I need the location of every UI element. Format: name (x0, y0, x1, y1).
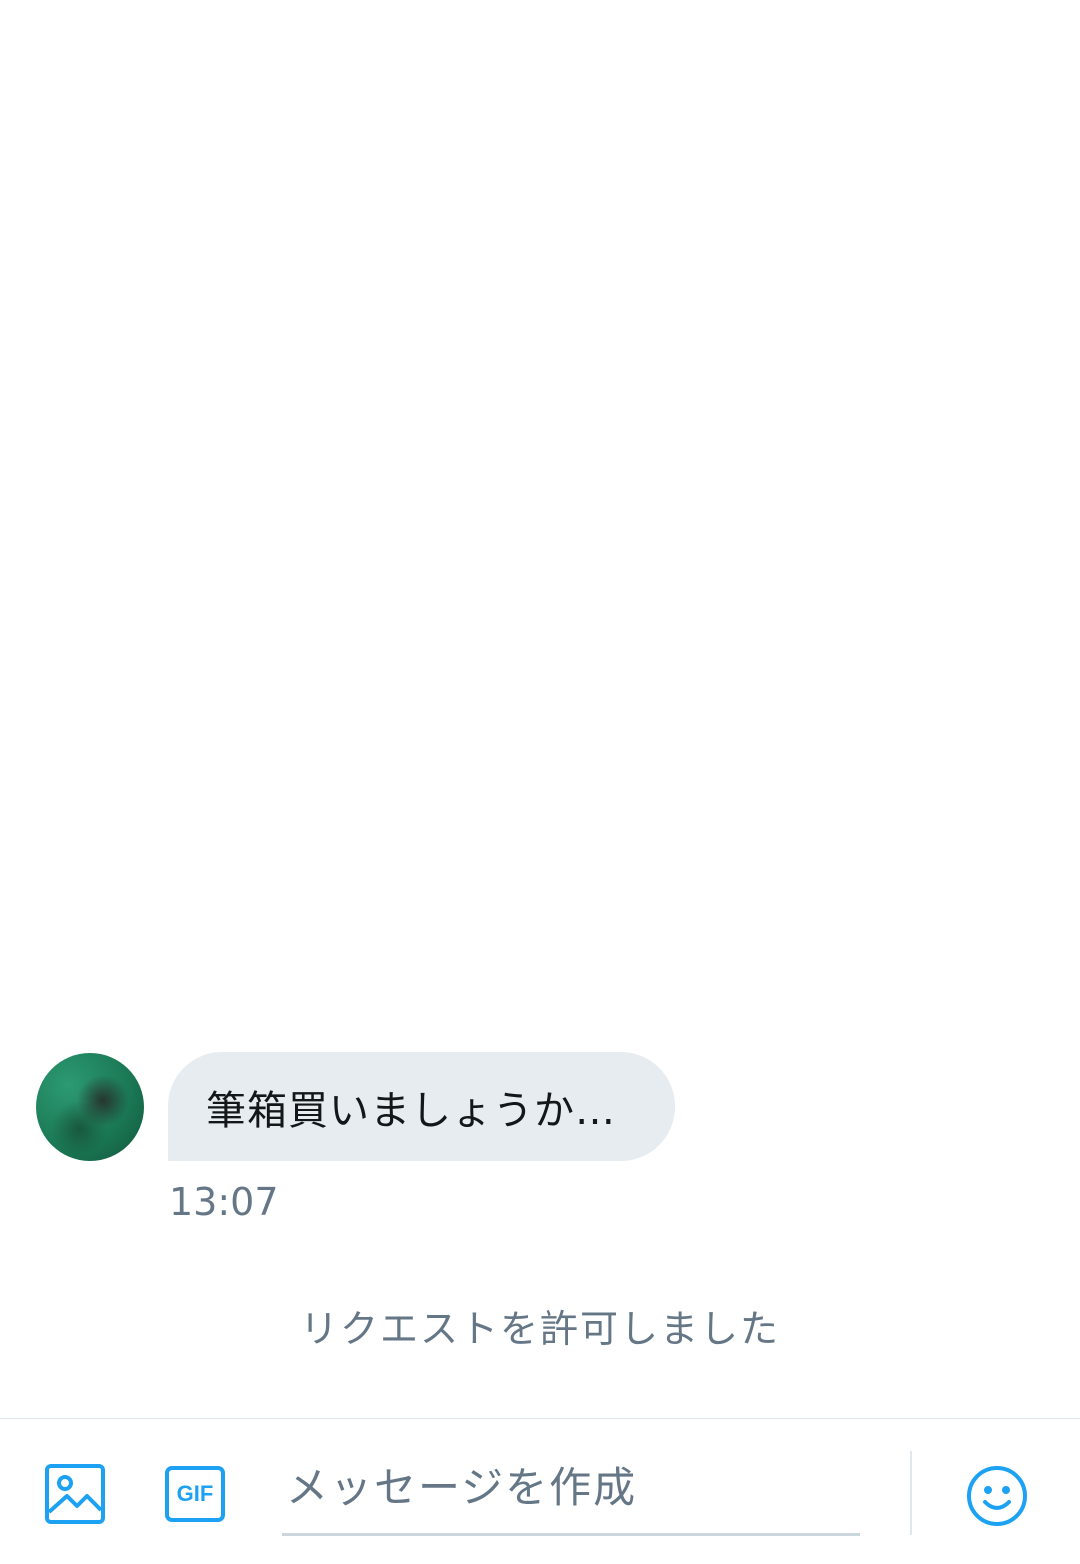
message-timestamp: 13:07 (169, 1180, 279, 1224)
composer-divider (910, 1451, 912, 1535)
emoji-icon (967, 1466, 1027, 1526)
message-list[interactable]: 筆箱買いましょうか… 13:07 リクエストを許可しました (0, 0, 1080, 1418)
emoji-button[interactable] (960, 1459, 1034, 1533)
message-input-container[interactable] (282, 1441, 860, 1536)
add-media-button[interactable] (40, 1459, 110, 1529)
avatar[interactable] (36, 1053, 144, 1161)
image-icon (45, 1464, 105, 1524)
gif-icon: GIF (165, 1466, 225, 1522)
dm-conversation-screen: 筆箱買いましょうか… 13:07 リクエストを許可しました GIF (0, 0, 1080, 1564)
message-input[interactable] (282, 1441, 860, 1533)
message-text: 筆箱買いましょうか… (206, 1087, 616, 1134)
message-composer: GIF (0, 1418, 1080, 1564)
gif-label: GIF (176, 1481, 214, 1506)
system-message: リクエストを許可しました (299, 1307, 780, 1351)
add-gif-button[interactable]: GIF (160, 1459, 230, 1529)
message-bubble[interactable]: 筆箱買いましょうか… (168, 1052, 675, 1161)
